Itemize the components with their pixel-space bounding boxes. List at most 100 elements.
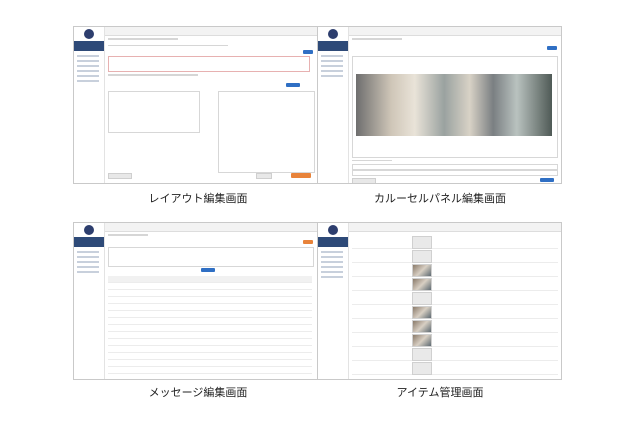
item-table <box>352 232 558 377</box>
sidebar-item[interactable] <box>77 251 99 253</box>
new-button[interactable] <box>303 240 313 244</box>
page-title <box>352 38 402 40</box>
sidebar-header <box>318 41 348 51</box>
table-row[interactable] <box>108 325 312 332</box>
sidebar-item[interactable] <box>321 266 343 268</box>
notice-box <box>108 56 310 72</box>
add-button[interactable] <box>286 83 300 87</box>
layout-edit-screenshot <box>73 26 318 184</box>
sidebar-item[interactable] <box>321 256 343 258</box>
logo-icon <box>328 29 338 39</box>
sidebar-item[interactable] <box>77 75 99 77</box>
layout-list[interactable] <box>108 91 200 133</box>
sidebar <box>318 27 349 183</box>
table-row[interactable] <box>352 278 558 291</box>
top-bar <box>74 27 317 36</box>
item-manage-screenshot <box>317 222 562 380</box>
search-button[interactable] <box>201 268 215 272</box>
sidebar-item[interactable] <box>321 55 343 57</box>
table-row[interactable] <box>352 264 558 277</box>
filter-box[interactable] <box>108 247 314 267</box>
sidebar-item[interactable] <box>77 65 99 67</box>
sidebar-item[interactable] <box>321 261 343 263</box>
sidebar-item[interactable] <box>77 60 99 62</box>
logo-icon <box>84 225 94 235</box>
sidebar-item[interactable] <box>77 261 99 263</box>
sidebar-item[interactable] <box>321 75 343 77</box>
sidebar-item[interactable] <box>77 70 99 72</box>
sidebar-item[interactable] <box>77 80 99 82</box>
publish-button[interactable] <box>291 173 311 178</box>
file-icon <box>412 348 432 361</box>
sidebar-header <box>74 41 104 51</box>
preview-button[interactable] <box>256 173 272 179</box>
file-icon <box>412 250 432 263</box>
sidebar-item[interactable] <box>321 251 343 253</box>
save-button[interactable] <box>547 46 557 50</box>
caption-layout-edit: レイアウト編集画面 <box>148 192 248 205</box>
table-row[interactable] <box>352 236 558 249</box>
top-bar <box>318 27 561 36</box>
table-row[interactable] <box>108 332 312 339</box>
sidebar-item[interactable] <box>321 65 343 67</box>
table-row[interactable] <box>352 362 558 375</box>
top-bar <box>74 223 317 232</box>
table-row[interactable] <box>352 306 558 319</box>
tab-bar[interactable] <box>108 45 228 46</box>
sidebar-item[interactable] <box>321 276 343 278</box>
caption-carousel-edit: カルーセルパネル編集画面 <box>374 192 506 205</box>
sidebar-item[interactable] <box>321 70 343 72</box>
sidebar-item[interactable] <box>77 55 99 57</box>
table-row[interactable] <box>352 348 558 361</box>
table-row[interactable] <box>108 304 312 311</box>
logo-icon <box>328 225 338 235</box>
page-title <box>108 234 148 236</box>
logo-icon <box>84 29 94 39</box>
sidebar-header <box>74 237 104 247</box>
table-row[interactable] <box>352 250 558 263</box>
table-row[interactable] <box>352 320 558 333</box>
table-row[interactable] <box>108 360 312 367</box>
field-label <box>352 160 392 161</box>
sidebar-item[interactable] <box>77 271 99 273</box>
message-table <box>108 276 312 374</box>
image-thumbnail <box>412 306 432 319</box>
table-row[interactable] <box>108 283 312 290</box>
sidebar <box>74 223 105 379</box>
back-button[interactable] <box>108 173 132 179</box>
table-row[interactable] <box>108 367 312 374</box>
image-thumbnail <box>412 264 432 277</box>
message-edit-screenshot <box>73 222 318 380</box>
sidebar <box>74 27 105 183</box>
sidebar-item[interactable] <box>321 60 343 62</box>
file-icon <box>412 292 432 305</box>
save-button[interactable] <box>303 50 313 54</box>
table-row[interactable] <box>352 334 558 347</box>
caption-message-edit: メッセージ編集画面 <box>148 386 248 399</box>
table-row[interactable] <box>352 292 558 305</box>
sidebar-item[interactable] <box>77 266 99 268</box>
table-row[interactable] <box>108 346 312 353</box>
main-area <box>106 36 315 181</box>
table-row[interactable] <box>108 311 312 318</box>
file-icon <box>412 362 432 375</box>
table-row[interactable] <box>108 318 312 325</box>
table-header <box>108 276 312 283</box>
carousel-image <box>356 74 552 136</box>
table-row[interactable] <box>108 290 312 297</box>
sidebar-header <box>318 237 348 247</box>
file-icon <box>412 236 432 249</box>
table-row[interactable] <box>108 339 312 346</box>
section-title <box>108 74 198 76</box>
main-area <box>350 36 559 183</box>
table-row[interactable] <box>108 353 312 360</box>
page-title <box>108 38 178 40</box>
text-field[interactable] <box>352 170 558 176</box>
sidebar-item[interactable] <box>77 256 99 258</box>
table-row[interactable] <box>108 297 312 304</box>
back-button[interactable] <box>352 178 376 183</box>
panel-list[interactable] <box>218 91 315 173</box>
apply-button[interactable] <box>540 178 554 182</box>
top-bar <box>318 223 561 232</box>
sidebar-item[interactable] <box>321 271 343 273</box>
